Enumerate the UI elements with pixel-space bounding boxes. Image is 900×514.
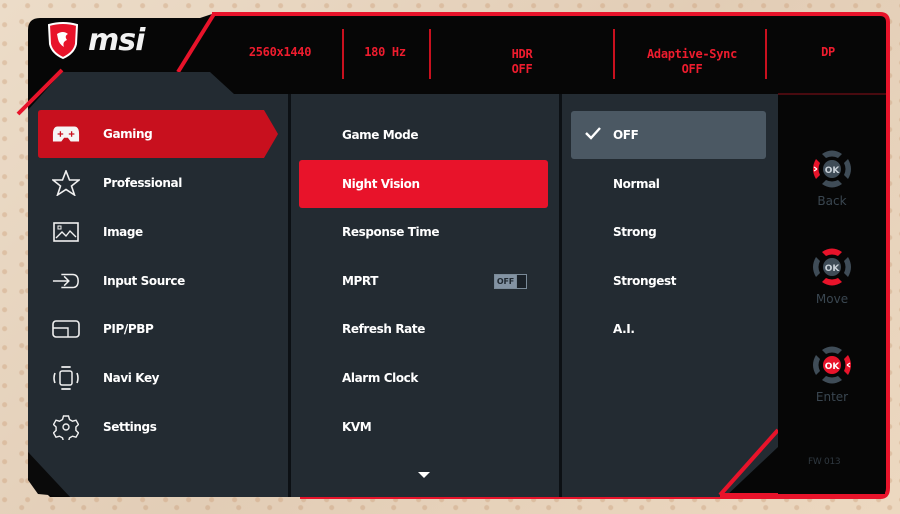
joystick-move-icon: OK	[813, 248, 851, 286]
sidebar-item-pip-pbp[interactable]: PIP/PBP	[38, 305, 278, 353]
status-resolution: 2560x1440	[248, 45, 312, 59]
gamepad-icon	[52, 122, 80, 146]
submenu-item-response-time[interactable]: Response Time	[299, 208, 548, 256]
status-hdr: HDR OFF	[480, 47, 564, 77]
status-divider	[613, 29, 615, 79]
status-refresh-rate: 180 Hz	[364, 45, 406, 59]
option-label: Normal	[613, 177, 660, 191]
chevron-down-icon[interactable]	[418, 472, 430, 478]
submenu-item-label: Night Vision	[342, 177, 420, 191]
toggle-knob	[516, 275, 526, 288]
submenu-item-label: KVM	[342, 420, 372, 434]
status-adaptive-sync-value: OFF	[681, 62, 703, 76]
option-normal[interactable]: Normal	[571, 160, 766, 208]
submenu-item-refresh-rate[interactable]: Refresh Rate	[299, 305, 548, 353]
toggle-state-label: OFF	[495, 275, 516, 288]
sidebar-item-label: Navi Key	[103, 371, 160, 385]
svg-text:OK: OK	[825, 264, 841, 274]
sidebar-item-gaming[interactable]: Gaming	[38, 110, 278, 158]
sidebar-item-label: Image	[103, 225, 143, 239]
sidebar-item-label: Gaming	[103, 127, 153, 141]
submenu-item-label: Alarm Clock	[342, 371, 418, 385]
submenu-item-alarm-clock[interactable]: Alarm Clock	[299, 354, 548, 402]
sidebar-item-input-source[interactable]: Input Source	[38, 257, 278, 305]
sidebar-item-label: PIP/PBP	[103, 322, 154, 336]
joystick-enter-icon: OK	[813, 346, 851, 384]
status-divider	[429, 29, 431, 79]
joystick-back-icon: OK	[813, 150, 851, 188]
osd-menu: msi 2560x1440 180 Hz HDR OFF Adaptive-Sy…	[0, 0, 900, 514]
option-off[interactable]: OFF	[571, 111, 766, 159]
sidebar-item-professional[interactable]: Professional	[38, 159, 278, 207]
svg-text:OK: OK	[825, 166, 841, 176]
option-ai[interactable]: A.I.	[571, 305, 766, 353]
gear-icon	[52, 415, 80, 440]
status-hdr-label: HDR	[511, 47, 533, 61]
sidebar-item-settings[interactable]: Settings	[38, 403, 278, 451]
status-adaptive-sync-label: Adaptive-Sync	[646, 47, 738, 61]
sidebar-item-image[interactable]: Image	[38, 208, 278, 256]
firmware-version: FW 013	[808, 457, 841, 467]
nav-hint-label: Move	[815, 292, 849, 306]
input-source-icon	[52, 269, 80, 293]
svg-text:OK: OK	[825, 362, 841, 372]
submenu-item-mprt[interactable]: MPRT OFF	[299, 257, 548, 305]
option-label: A.I.	[613, 322, 635, 336]
sidebar-item-label: Settings	[103, 420, 157, 434]
submenu-item-label: Response Time	[342, 225, 440, 239]
status-divider	[765, 29, 767, 79]
submenu-item-game-mode[interactable]: Game Mode	[299, 111, 548, 159]
sidebar-item-navi-key[interactable]: Navi Key	[38, 354, 278, 402]
status-adaptive-sync: Adaptive-Sync OFF	[632, 47, 752, 77]
msi-logo: msi	[46, 22, 145, 60]
submenu-item-kvm[interactable]: KVM	[299, 403, 548, 451]
submenu-item-night-vision[interactable]: Night Vision	[299, 160, 548, 208]
sidebar-item-label: Input Source	[103, 274, 185, 288]
sidebar-item-label: Professional	[103, 176, 182, 190]
status-hdr-value: OFF	[511, 62, 533, 76]
navi-key-icon	[52, 366, 80, 390]
nav-hint-label: Enter	[815, 390, 849, 404]
option-label: OFF	[613, 128, 639, 142]
nav-hint-move: OK Move	[806, 244, 858, 306]
image-icon	[52, 220, 80, 244]
option-label: Strongest	[613, 274, 677, 288]
brand-wordmark: msi	[88, 23, 145, 58]
option-strong[interactable]: Strong	[571, 208, 766, 256]
submenu-item-label: MPRT	[342, 274, 379, 288]
nav-hint-label: Back	[817, 194, 847, 208]
submenu-item-label: Game Mode	[342, 128, 419, 142]
msi-dragon-shield-icon	[47, 22, 79, 60]
checkmark-icon	[585, 127, 601, 140]
star-icon	[52, 170, 80, 196]
nav-hint-back: OK Back	[806, 146, 858, 208]
submenu-item-label: Refresh Rate	[342, 322, 425, 336]
option-label: Strong	[613, 225, 657, 239]
nav-hint-enter: OK Enter	[806, 342, 858, 404]
pip-icon	[52, 317, 80, 341]
option-strongest[interactable]: Strongest	[571, 257, 766, 305]
status-divider	[342, 29, 344, 79]
status-input: DP	[821, 45, 835, 59]
mprt-toggle[interactable]: OFF	[494, 274, 527, 289]
